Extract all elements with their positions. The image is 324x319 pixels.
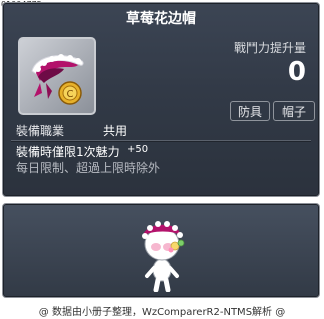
equip-charm-label: 裝備時僅限1次魅力 [16, 145, 120, 159]
combat-power-value: 0 [287, 57, 306, 87]
category-tag-hat: 帽子 [273, 101, 315, 121]
svg-text:C: C [67, 89, 74, 100]
item-name: 草莓花边帽 [126, 11, 196, 27]
category-tag-armor: 防具 [230, 101, 270, 121]
job-value: 共用 [103, 124, 128, 138]
job-label: 裝備職業 [16, 124, 65, 138]
combat-power-label: 戰鬥力提升量 [233, 41, 306, 55]
limit-text: 每日限制、超過上限時除外 [16, 161, 161, 175]
strawberry-lace-hat-icon: C [31, 54, 84, 105]
item-icon-frame: C [18, 37, 96, 115]
character-preview-panel [2, 203, 320, 298]
equip-charm-bonus: +50 [127, 144, 149, 155]
credit-footer: @ 数据由小册子整理，WzComparerR2-NTMS解析 @ [38, 307, 286, 318]
character-avatar-icon [142, 221, 185, 292]
item-tooltip: 草莓花边帽 C 戰鬥力提升量 0 防具 帽子 裝備職業 共用 裝備時僅限1次魅力… [2, 2, 320, 197]
divider [11, 140, 311, 142]
